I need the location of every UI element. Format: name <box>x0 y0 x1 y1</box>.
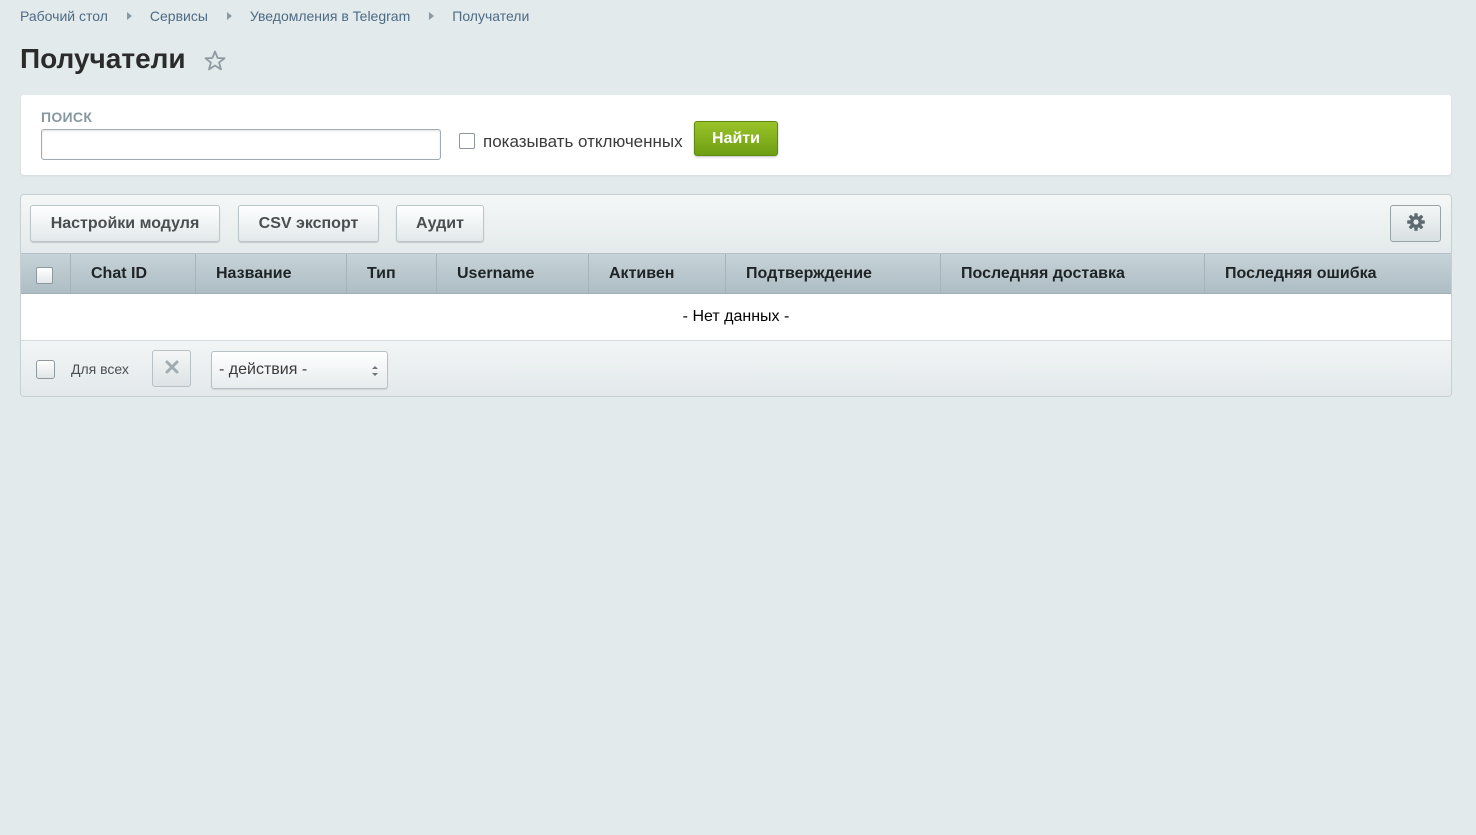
search-panel: ПОИСК показывать отключенных Найти <box>21 95 1451 175</box>
breadcrumb: Рабочий стол Сервисы Уведомления в Teleg… <box>20 8 529 24</box>
delete-button[interactable] <box>152 350 191 387</box>
select-all-cell <box>21 254 70 294</box>
column-last-delivery[interactable]: Последняя доставка <box>940 254 1204 294</box>
audit-button[interactable]: Аудит <box>396 205 484 242</box>
grid-settings-button[interactable] <box>1390 205 1441 242</box>
breadcrumb-services[interactable]: Сервисы <box>150 8 208 24</box>
show-disabled-label[interactable]: показывать отключенных <box>483 132 683 152</box>
breadcrumb-recipients[interactable]: Получатели <box>452 8 529 24</box>
select-all-checkbox[interactable] <box>36 267 53 284</box>
grid-footer: Для всех - действия - <box>21 340 1451 396</box>
actions-select-value: - действия - <box>219 361 308 378</box>
column-username[interactable]: Username <box>436 254 588 294</box>
breadcrumb-telegram-notifications[interactable]: Уведомления в Telegram <box>250 8 410 24</box>
csv-export-button[interactable]: CSV экспорт <box>238 205 379 242</box>
show-disabled-checkbox[interactable] <box>459 133 475 149</box>
select-arrows-icon <box>371 364 379 378</box>
grid-header: Chat ID Название Тип Username Активен По… <box>21 253 1451 294</box>
search-input[interactable] <box>41 129 441 160</box>
column-chat-id[interactable]: Chat ID <box>70 254 195 294</box>
breadcrumb-desktop[interactable]: Рабочий стол <box>20 8 108 24</box>
chevron-right-icon <box>429 12 435 20</box>
gear-icon <box>1406 212 1426 235</box>
recipients-grid: Настройки модуля CSV экспорт Аудит Chat … <box>20 194 1452 397</box>
for-all-checkbox[interactable] <box>36 360 55 379</box>
page-title: Получатели <box>20 43 186 74</box>
empty-state-text: - Нет данных - <box>21 294 1451 340</box>
column-active[interactable]: Активен <box>588 254 725 294</box>
column-type[interactable]: Тип <box>346 254 436 294</box>
chevron-right-icon <box>126 12 132 20</box>
actions-select[interactable]: - действия - <box>211 351 388 389</box>
for-all-label[interactable]: Для всех <box>71 361 129 377</box>
close-icon <box>165 360 179 377</box>
column-name[interactable]: Название <box>195 254 346 294</box>
column-confirmation[interactable]: Подтверждение <box>725 254 940 294</box>
chevron-right-icon <box>226 12 232 20</box>
search-label: ПОИСК <box>41 109 93 125</box>
find-button[interactable]: Найти <box>694 121 778 156</box>
grid-toolbar: Настройки модуля CSV экспорт Аудит <box>21 195 1451 253</box>
column-last-error[interactable]: Последняя ошибка <box>1204 254 1451 294</box>
module-settings-button[interactable]: Настройки модуля <box>30 205 220 242</box>
star-icon[interactable] <box>203 49 227 73</box>
